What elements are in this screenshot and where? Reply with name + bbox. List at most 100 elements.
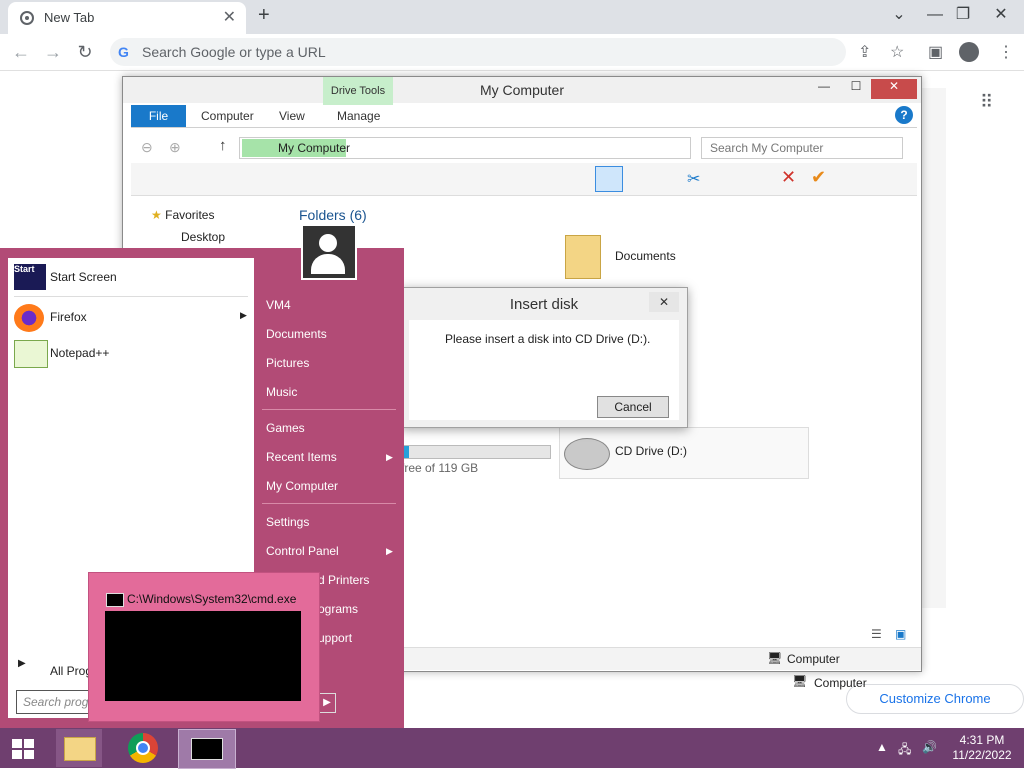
- tab-file[interactable]: File: [131, 105, 186, 127]
- start-default-programs[interactable]: ograms: [318, 602, 358, 616]
- tray-overflow-icon[interactable]: ▲: [876, 740, 888, 754]
- nav-desktop[interactable]: Desktop: [181, 230, 225, 244]
- start-music[interactable]: Music: [266, 385, 297, 399]
- disk-free-text: free of 119 GB: [401, 461, 479, 475]
- dialog-title: Insert disk: [509, 296, 579, 313]
- large-icons-view-icon[interactable]: ▣: [895, 627, 906, 641]
- tab-manage[interactable]: Manage: [337, 109, 380, 123]
- explorer-maximize-button[interactable]: ☐: [841, 79, 871, 99]
- delete-icon[interactable]: ✕: [781, 167, 796, 188]
- apps-grid-icon[interactable]: ⠿: [980, 92, 993, 113]
- recent-items-arrow-icon: ▶: [386, 452, 393, 462]
- reload-icon[interactable]: ↻: [74, 41, 96, 63]
- explorer-forward-icon[interactable]: ⊕: [169, 139, 181, 156]
- side-panel-icon[interactable]: ▣: [928, 42, 943, 62]
- outer-status-computer-icon: 🖥: [792, 674, 808, 688]
- chrome-taskbar-icon[interactable]: [120, 729, 166, 767]
- start-my-computer[interactable]: My Computer: [266, 479, 338, 493]
- tab-computer[interactable]: Computer: [201, 109, 254, 123]
- tab-close-icon[interactable]: ✕: [223, 7, 236, 27]
- cancel-button[interactable]: Cancel: [597, 396, 669, 418]
- cmd-preview-thumbnail: [105, 611, 301, 701]
- folders-group-header[interactable]: Folders (6): [299, 207, 367, 223]
- documents-folder-label[interactable]: Documents: [615, 249, 676, 263]
- start-pictures[interactable]: Pictures: [266, 356, 309, 370]
- network-icon[interactable]: 🖧: [898, 740, 911, 761]
- firefox-label: Firefox: [50, 310, 87, 324]
- tab-view[interactable]: View: [279, 109, 305, 123]
- clock-time: 4:31 PM: [959, 733, 1005, 747]
- user-body: [311, 254, 345, 274]
- all-programs-label[interactable]: All Prog: [50, 664, 92, 678]
- documents-folder-icon[interactable]: [565, 235, 601, 279]
- desktop-label: Desktop: [181, 230, 226, 244]
- cmd-taskbar-preview[interactable]: C:\Windows\System32\cmd.exe: [88, 572, 320, 722]
- start-divider-2: [262, 503, 396, 504]
- file-explorer-taskbar-icon[interactable]: [56, 729, 102, 767]
- status-computer-icon: 🖥: [767, 651, 783, 665]
- share-icon[interactable]: ⇪: [858, 42, 871, 62]
- nav-favorites[interactable]: ★ Favorites: [151, 208, 214, 222]
- cd-drive-label[interactable]: CD Drive (D:): [615, 444, 687, 458]
- up-arrow-icon[interactable]: ↑: [219, 137, 227, 154]
- customize-chrome-button[interactable]: Customize Chrome: [846, 684, 1024, 714]
- restore-button[interactable]: ❐: [946, 0, 980, 30]
- address-text: My Computer: [278, 141, 351, 155]
- google-g-icon: G: [118, 44, 129, 60]
- forward-arrow-icon[interactable]: →: [42, 41, 64, 63]
- start-devices-printers[interactable]: d Printers: [318, 573, 369, 587]
- cd-drive-icon: [564, 438, 610, 470]
- chrome-menu-icon[interactable]: ⋮: [998, 42, 1014, 62]
- ribbon-tabs: File Computer View Manage ?: [131, 105, 917, 128]
- dialog-message: Please insert a disk into CD Drive (D:).: [445, 332, 651, 346]
- drive-tools-context-tab: Drive Tools: [323, 77, 393, 105]
- command-bar: ✂ ✕ ✔: [131, 163, 917, 196]
- start-help-support[interactable]: upport: [318, 631, 352, 645]
- cmd-icon: [106, 593, 124, 607]
- firefox-item[interactable]: Firefox ▶: [14, 304, 248, 332]
- explorer-minimize-button[interactable]: —: [809, 79, 839, 99]
- omnibox[interactable]: G Search Google or type a URL: [110, 38, 846, 66]
- all-programs-arrow-icon[interactable]: ▶: [18, 658, 26, 669]
- back-arrow-icon[interactable]: ←: [10, 41, 32, 63]
- details-view-icon[interactable]: ☰: [871, 627, 882, 641]
- start-vm4[interactable]: VM4: [266, 298, 291, 312]
- chrome-favicon-icon: [20, 11, 34, 25]
- start-recent-items[interactable]: Recent Items: [266, 450, 337, 464]
- explorer-close-button[interactable]: ✕: [871, 79, 917, 99]
- address-bar[interactable]: My Computer: [239, 137, 691, 159]
- help-icon[interactable]: ?: [895, 106, 913, 124]
- start-screen-item[interactable]: Start Start Screen: [14, 264, 248, 290]
- start-documents[interactable]: Documents: [266, 327, 327, 341]
- notepad-plus-plus-label: Notepad++: [50, 346, 110, 360]
- shutdown-arrow-icon[interactable]: ▶: [318, 693, 336, 713]
- start-games[interactable]: Games: [266, 421, 305, 435]
- favorites-label: Favorites: [165, 208, 215, 222]
- explorer-title: My Computer: [479, 82, 565, 98]
- explorer-search-input[interactable]: Search My Computer: [701, 137, 903, 159]
- notepad-plus-plus-item[interactable]: Notepad++: [14, 340, 248, 368]
- programs-divider: [14, 296, 248, 297]
- firefox-submenu-arrow-icon: ▶: [240, 310, 247, 320]
- dialog-close-button[interactable]: ✕: [649, 292, 679, 312]
- taskbar-clock[interactable]: 4:31 PM 11/22/2022: [942, 733, 1022, 763]
- start-settings[interactable]: Settings: [266, 515, 309, 529]
- tab-search-icon[interactable]: ⌄: [882, 0, 916, 30]
- start-control-panel[interactable]: Control Panel: [266, 544, 339, 558]
- bookmark-star-icon[interactable]: ☆: [890, 42, 904, 62]
- user-picture-icon[interactable]: [301, 224, 357, 280]
- profile-avatar-icon[interactable]: [959, 42, 979, 62]
- browser-close-button[interactable]: ✕: [984, 0, 1018, 30]
- cmd-taskbar-icon[interactable]: [178, 729, 236, 769]
- tab-new-tab[interactable]: New Tab ✕: [8, 2, 246, 34]
- explorer-back-icon[interactable]: ⊖: [141, 139, 153, 156]
- cut-icon[interactable]: ✂: [687, 169, 700, 189]
- start-screen-icon: Start: [14, 264, 46, 290]
- checkmark-icon[interactable]: ✔: [811, 167, 826, 188]
- windows-start-icon[interactable]: [2, 729, 48, 767]
- user-head: [319, 234, 337, 252]
- new-tab-button[interactable]: +: [258, 4, 270, 27]
- volume-icon[interactable]: 🔊: [922, 740, 937, 754]
- explorer-search-placeholder: Search My Computer: [710, 141, 824, 155]
- preview-pane-icon[interactable]: [595, 166, 623, 192]
